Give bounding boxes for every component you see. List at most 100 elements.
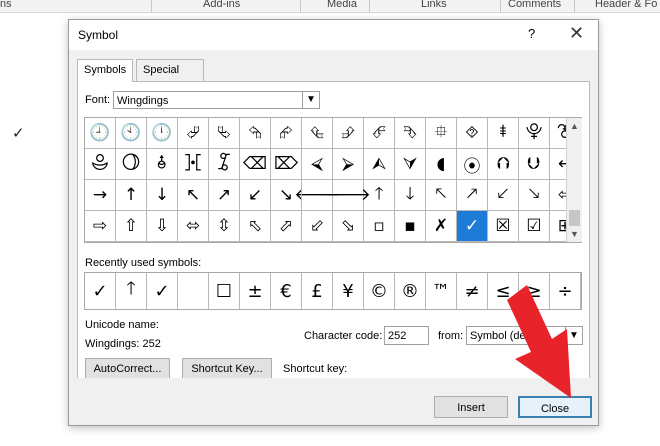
close-icon[interactable]: ✕ [569,23,584,44]
symbol-cell[interactable]: ⮰ [178,118,209,149]
symbol-cell[interactable]: ↗ [209,180,240,211]
symbol-cell[interactable]: ◖ [426,149,457,180]
symbol-cell[interactable]: 🡓 [395,180,426,211]
symbol-cell[interactable]: ⮱ [209,118,240,149]
ribbon-tab-header-footer[interactable]: Header & Fo [595,0,657,10]
symbol-cell[interactable]: 🡖 [519,180,550,211]
symbol-cell[interactable]: ↓ [147,180,178,211]
symbol-cell[interactable]: ⮋ [519,149,550,180]
tab-symbols[interactable]: Symbols [77,59,134,82]
recent-symbol-cell[interactable]: ≥ [519,273,550,309]
symbol-cell[interactable]: 🕙 [116,118,147,149]
recent-symbol-cell[interactable]: € [271,273,302,309]
ribbon-tab-addins[interactable]: Add-ins [203,0,240,10]
recent-symbol-cell[interactable]: ≤ [488,273,519,309]
recent-symbol-cell[interactable] [178,273,209,309]
symbol-cell[interactable]: ⌫ [240,149,271,180]
scroll-thumb[interactable] [569,210,580,226]
ribbon-tab-media[interactable]: Media [327,0,357,10]
symbol-cell[interactable]: 🕘 [85,118,116,149]
chevron-down-icon[interactable]: ▼ [565,327,582,344]
recent-symbol-cell[interactable]: ✓ [147,273,178,309]
symbol-cell[interactable]: ⬄ [178,211,209,242]
symbol-cell[interactable]: 🡔 [426,180,457,211]
recent-symbol-cell[interactable]: ☐ [209,273,240,309]
symbol-cell[interactable]: ⮳ [271,118,302,149]
ribbon-tab-links[interactable]: Links [421,0,447,10]
symbol-cell[interactable]: ⌦ [271,149,302,180]
symbol-cell[interactable]: ⯒ [488,118,519,149]
symbol-cell[interactable]: ⮴ [302,118,333,149]
recent-symbol-cell[interactable]: ¥ [333,273,364,309]
symbol-cell[interactable]: ⮘ [302,149,333,180]
recent-symbol-cell[interactable]: ± [240,273,271,309]
symbol-cell[interactable]: ☒ [488,211,519,242]
help-button[interactable]: ? [528,26,535,41]
symbol-cell[interactable]: 🕛 [147,118,178,149]
symbol-cell[interactable]: ↖ [178,180,209,211]
symbol-cell[interactable]: 🡗 [488,180,519,211]
symbol-cell[interactable]: ⮙ [364,149,395,180]
recent-symbol-cell[interactable]: ≠ [457,273,488,309]
font-dropdown[interactable]: Wingdings ▼ [113,91,320,109]
insert-button[interactable]: Insert [434,396,508,418]
symbol-cell[interactable]: ⮉ [488,149,519,180]
symbol-cell[interactable]: ⮷ [395,118,426,149]
symbol-cell[interactable]: ⯘ [178,149,209,180]
symbol-cell[interactable]: ⇩ [147,211,178,242]
symbol-grid-scrollbar[interactable]: ▲ ▼ [566,118,582,242]
ribbon-tab-partial[interactable]: ns [0,0,12,10]
symbol-cell[interactable]: ⬀ [271,211,302,242]
recent-symbol-cell[interactable]: © [364,273,395,309]
symbol-cell[interactable]: ↙ [240,180,271,211]
recent-symbol-cell[interactable]: ÷ [550,273,581,309]
recent-symbol-cell[interactable]: ™ [426,273,457,309]
symbol-cell[interactable]: → [85,180,116,211]
symbol-cell[interactable]: ⮚ [333,149,364,180]
symbol-cell[interactable]: ☑ [519,211,550,242]
from-dropdown[interactable]: Symbol (de ▼ [466,326,583,345]
symbol-cell[interactable]: ✓ [457,211,488,242]
symbol-cell[interactable]: ⯖ [116,149,147,180]
recent-symbol-cell[interactable]: ® [395,273,426,309]
symbol-cell[interactable]: ⮲ [240,118,271,149]
recently-used-symbols: ✓ 🡑 ✓ ☐ ± € £ ¥ © ® ™ ≠ ≤ ≥ ÷ [84,272,582,310]
symbol-cell[interactable]: ↑ [116,180,147,211]
autocorrect-button[interactable]: AutoCorrect... [85,358,170,379]
symbol-cell[interactable]: ⯕ [85,149,116,180]
symbol-cell[interactable]: ⇨ [85,211,116,242]
recent-symbol-cell[interactable]: £ [302,273,333,309]
symbol-cell[interactable]: ⯓ [519,118,550,149]
symbol-cell[interactable]: ⮛ [395,149,426,180]
character-code-label: Character code: [304,330,383,342]
recent-symbol-cell[interactable]: 🡑 [116,273,147,309]
scroll-down-icon[interactable]: ▼ [567,226,582,242]
symbol-cell[interactable]: ⇳ [209,211,240,242]
symbol-cell[interactable]: ⬂ [333,211,364,242]
symbol-cell[interactable]: ▪ [395,211,426,242]
symbol-cell[interactable]: ⇧ [116,211,147,242]
ribbon-tab-comments[interactable]: Comments [508,0,561,10]
symbol-cell[interactable]: ✗ [426,211,457,242]
tab-special-characters[interactable]: Special Characters [136,59,204,96]
symbol-cell[interactable]: ⯑ [457,118,488,149]
symbol-cell[interactable]: ⬁ [240,211,271,242]
chevron-down-icon[interactable]: ▼ [302,92,319,108]
symbol-cell[interactable]: ⬃ [302,211,333,242]
shortcut-key-button[interactable]: Shortcut Key... [182,358,272,379]
symbol-cell[interactable]: ↘ [271,180,302,211]
symbol-cell[interactable]: 🡕 [457,180,488,211]
symbol-cell[interactable]: 🡐 [294,180,340,211]
symbol-cell[interactable]: ▫ [364,211,395,242]
symbol-cell[interactable]: ⮶ [364,118,395,149]
symbol-cell[interactable]: ⯐ [426,118,457,149]
recent-symbol-cell[interactable]: ✓ [85,273,116,309]
symbol-cell[interactable]: ⦿ [457,149,488,180]
symbol-cell[interactable]: ⮵ [333,118,364,149]
scroll-up-icon[interactable]: ▲ [567,118,582,134]
symbol-cell[interactable]: ⯙ [209,149,240,180]
close-button[interactable]: Close [518,396,592,418]
from-label: from: [438,330,464,342]
symbol-cell[interactable]: ⯗ [147,149,178,180]
character-code-input[interactable]: 252 [384,326,429,345]
